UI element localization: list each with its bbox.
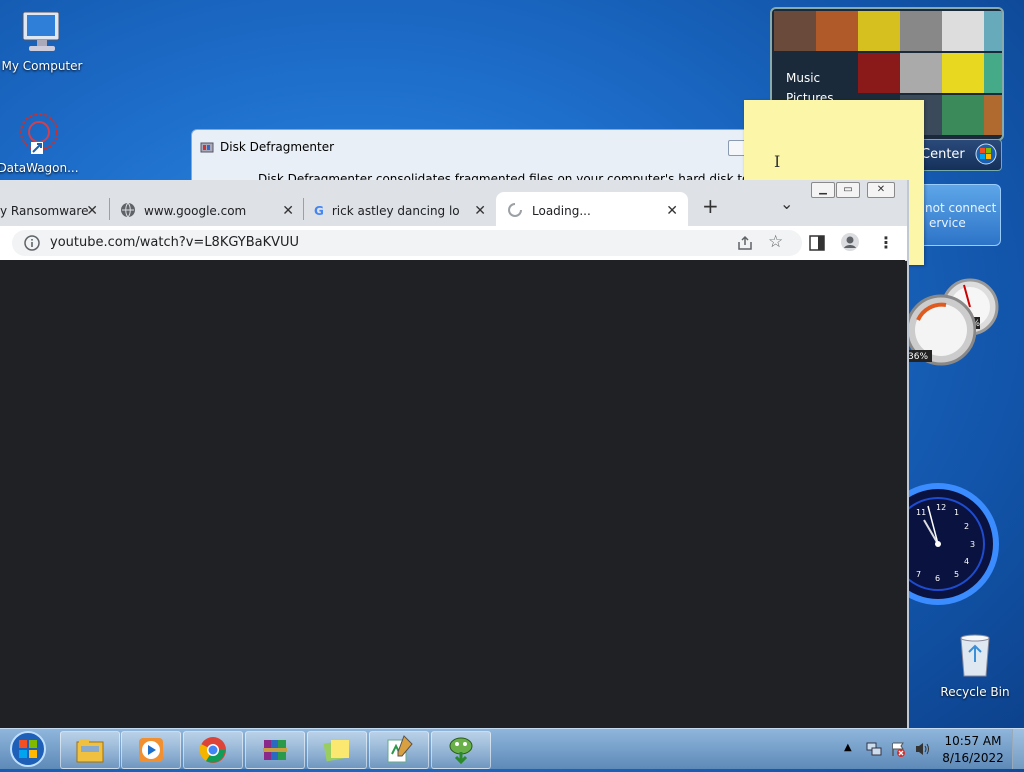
tab-ransomware[interactable]: y Ransomware ✕	[0, 192, 106, 230]
notice-line1: not connect	[925, 201, 997, 215]
chrome-icon	[199, 737, 226, 763]
datawagon-label: DataWagon...	[0, 161, 79, 175]
volume-icon[interactable]	[914, 741, 932, 760]
tab-rick-astley[interactable]: G rick astley dancing loop ✕	[306, 192, 494, 230]
svg-text:12: 12	[936, 503, 946, 512]
svg-text:5: 5	[954, 570, 959, 579]
svg-text:11: 11	[916, 508, 926, 517]
taskbar-installer-button[interactable]	[431, 731, 491, 769]
taskbar: ▲ 10:57 AM 8/16/2022	[0, 728, 1024, 769]
chrome-window[interactable]: y Ransomware ✕ www.google.com ✕ G rick a…	[0, 180, 909, 728]
taskbar-explorer-button[interactable]	[60, 731, 120, 769]
clock-gadget: 12 1 2 3 4 5 6 7 11	[877, 482, 1001, 607]
taskbar-media-player-button[interactable]	[121, 731, 181, 769]
svg-text:4: 4	[964, 557, 969, 566]
datawagon-desktop-icon[interactable]: DataWagon...	[0, 112, 80, 175]
text-cursor-icon: I	[774, 152, 781, 171]
recycle-bin-desktop-icon[interactable]: Recycle Bin	[933, 632, 1017, 699]
info-icon[interactable]	[24, 235, 40, 254]
taskbar-sticky-notes-button[interactable]	[307, 731, 367, 769]
my-computer-desktop-icon[interactable]: My Computer	[0, 10, 84, 73]
datawagon-icon	[0, 112, 80, 159]
new-tab-button[interactable]: +	[702, 194, 719, 218]
omnibox[interactable]: youtube.com/watch?v=L8KGYBaKVUU ☆	[12, 230, 802, 256]
svg-text:1: 1	[954, 508, 959, 517]
winrar-icon	[263, 740, 287, 760]
taskbar-winrar-button[interactable]	[245, 731, 305, 769]
memory-gauge: 36%	[905, 290, 977, 370]
show-hidden-icons-icon[interactable]: ▲	[844, 742, 852, 753]
tab-close-icon[interactable]: ✕	[474, 203, 486, 219]
globe-icon	[120, 202, 136, 221]
media-music-label[interactable]: Music	[786, 71, 820, 85]
svg-text:3: 3	[970, 540, 975, 549]
close-button[interactable]: ✕	[867, 182, 895, 198]
address-bar-row: youtube.com/watch?v=L8KGYBaKVUU ☆ ⋮	[0, 226, 907, 261]
url-text[interactable]: youtube.com/watch?v=L8KGYBaKVUU	[50, 235, 299, 250]
recycle-bin-label: Recycle Bin	[940, 685, 1010, 699]
network-icon[interactable]	[866, 741, 882, 760]
recycle-bin-icon	[933, 632, 1017, 683]
tab-google-label: www.google.com	[144, 204, 247, 218]
sticky-notes-icon	[323, 740, 349, 762]
taskbar-notepad-button[interactable]	[369, 731, 429, 769]
page-content[interactable]	[0, 260, 905, 728]
tab-ransomware-label: y Ransomware	[0, 204, 89, 218]
svg-text:2: 2	[964, 522, 969, 531]
minimize-button[interactable]: ▁	[811, 182, 835, 198]
show-desktop-button[interactable]	[1012, 729, 1024, 769]
google-icon: G	[314, 204, 324, 218]
taskbar-chrome-button[interactable]	[183, 731, 243, 769]
memory-gauge-value: 36%	[908, 352, 929, 362]
side-panel-icon[interactable]	[808, 234, 826, 255]
tab-search-button[interactable]: ⌄	[780, 194, 793, 213]
share-icon[interactable]	[736, 234, 754, 255]
tab-close-icon[interactable]: ✕	[666, 203, 678, 219]
menu-kebab-icon[interactable]: ⋮	[878, 233, 894, 252]
start-button[interactable]	[4, 729, 48, 769]
tab-loading-label: Loading...	[532, 204, 591, 218]
tab-loading[interactable]: Loading... ✕	[496, 192, 688, 230]
defrag-icon	[200, 140, 214, 157]
notepad-icon	[387, 735, 413, 763]
defrag-window-title: Disk Defragmenter	[220, 140, 335, 154]
tab-close-icon[interactable]: ✕	[86, 203, 98, 219]
action-center-icon[interactable]	[890, 741, 906, 760]
media-center-bar-label: Center	[921, 147, 965, 162]
tab-close-icon[interactable]: ✕	[282, 203, 294, 219]
tab-rick-astley-label: rick astley dancing loop	[331, 204, 460, 218]
windows-orb-icon	[975, 143, 997, 168]
explorer-icon	[76, 739, 104, 763]
svg-text:7: 7	[916, 570, 921, 579]
bookmark-star-icon[interactable]: ☆	[768, 232, 783, 252]
install-icon	[449, 737, 473, 764]
clock-time[interactable]: 10:57 AM	[938, 734, 1008, 748]
spinner-icon	[508, 202, 522, 220]
clock-date[interactable]: 8/16/2022	[938, 751, 1008, 765]
profile-icon[interactable]	[840, 232, 860, 255]
media-player-icon	[139, 738, 163, 762]
maximize-button[interactable]: ▭	[836, 182, 860, 198]
notice-line2: ervice	[929, 216, 966, 230]
computer-icon	[0, 10, 84, 57]
my-computer-label: My Computer	[1, 59, 83, 73]
svg-text:6: 6	[935, 574, 940, 583]
tab-google[interactable]: www.google.com ✕	[112, 192, 302, 230]
